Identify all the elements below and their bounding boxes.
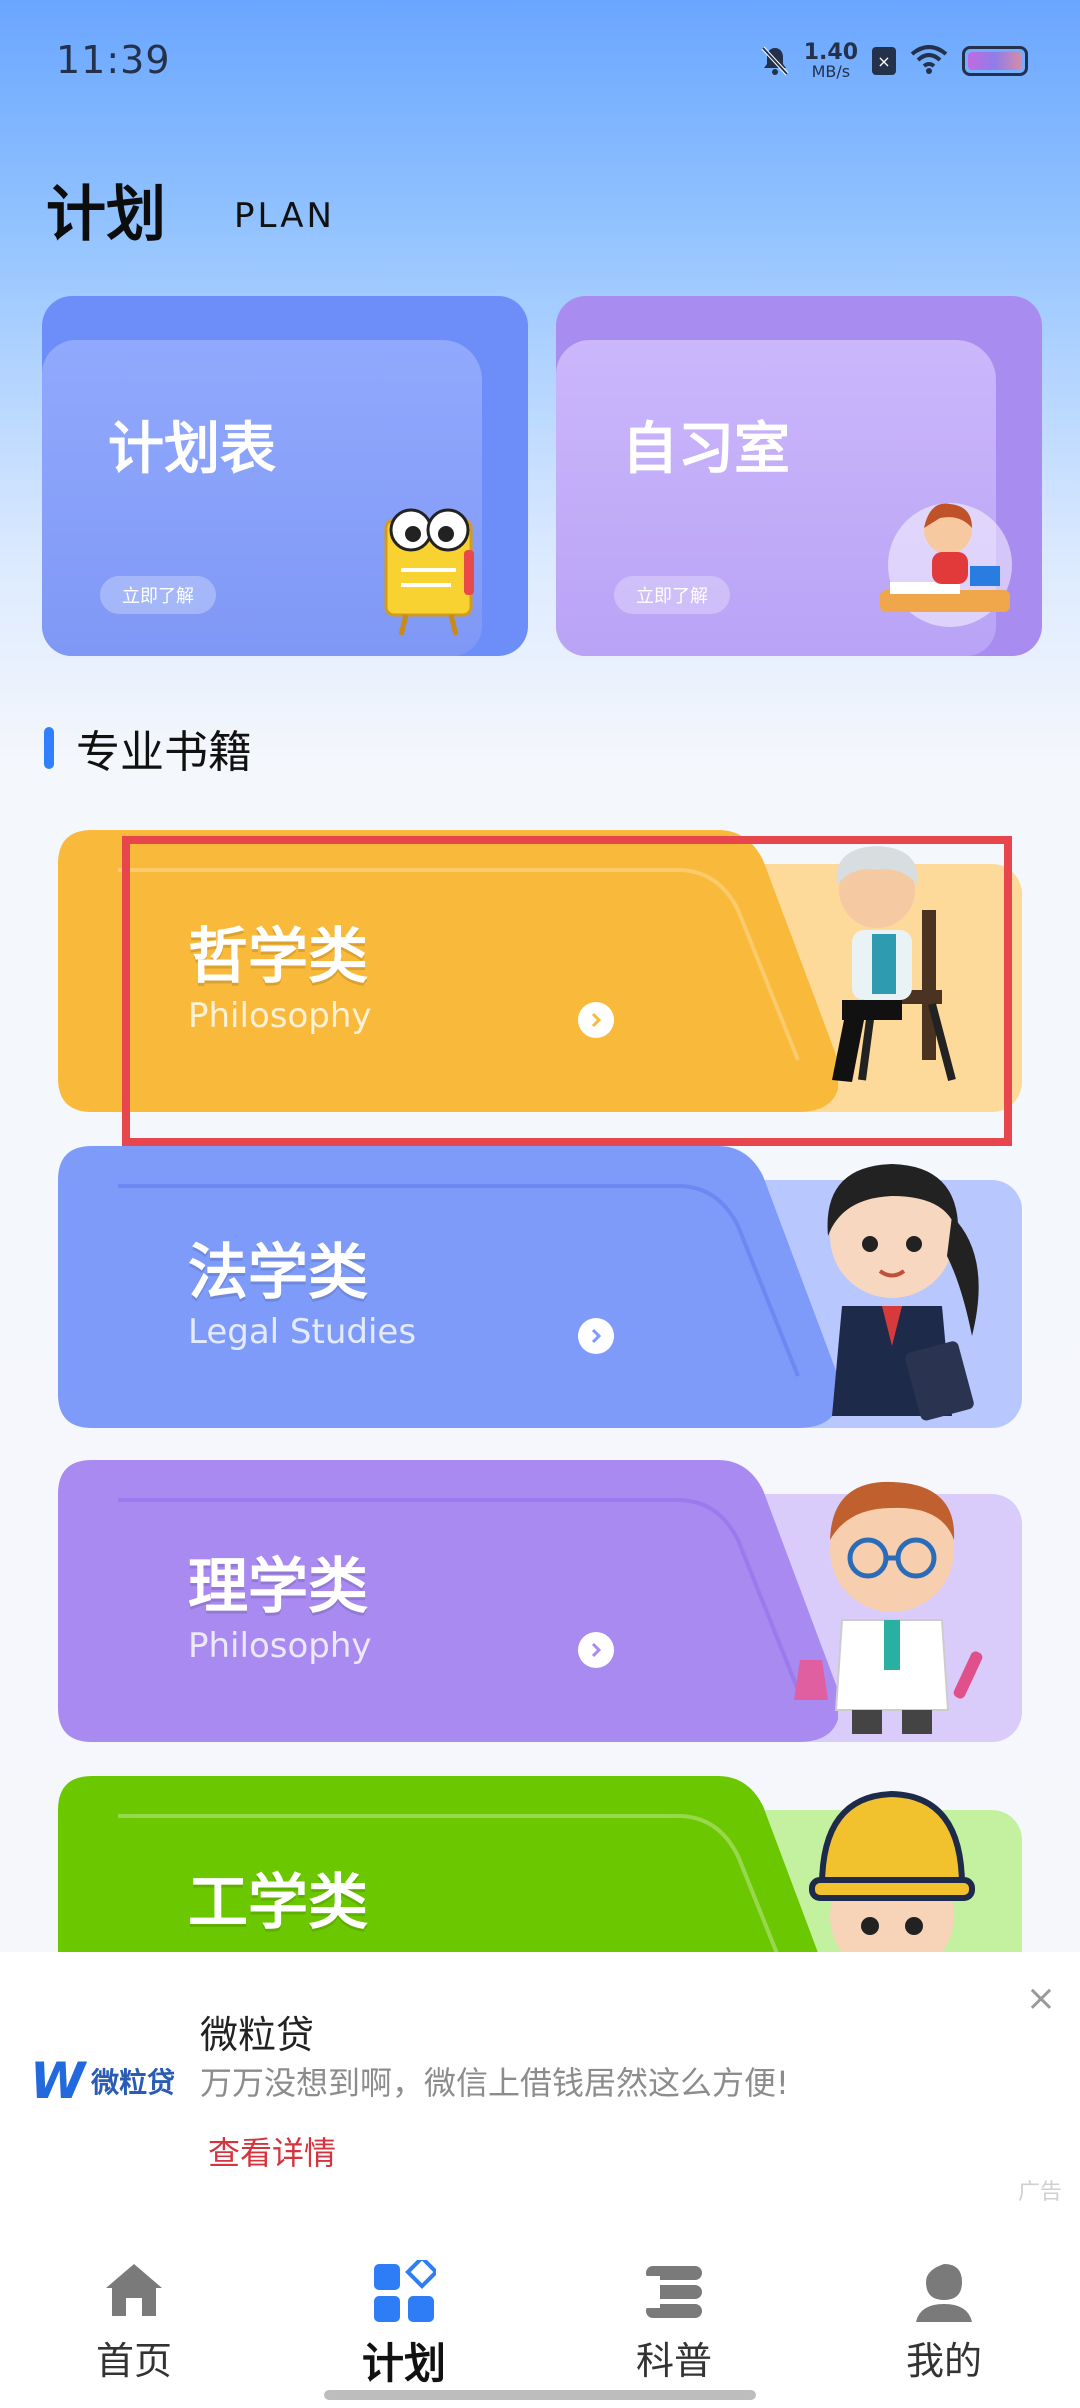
nav-item-home[interactable]: 首页 — [44, 2260, 224, 2385]
plan-table-title: 计划表 — [108, 417, 276, 482]
section-title: 专业书籍 — [76, 727, 252, 778]
status-time: 11:39 — [56, 38, 171, 82]
nav-label: 计划 — [361, 2339, 446, 2388]
category-title: 理学类 — [188, 1552, 368, 1622]
nav-item-science[interactable]: 科普 — [584, 2260, 764, 2385]
category-card-science[interactable]: 理学类 Philosophy — [58, 1460, 1022, 1742]
status-icons: 1.40 MB/s × — [760, 42, 1028, 80]
wifi-icon — [910, 44, 948, 78]
ad-logo-text: 微粒贷 — [91, 2066, 176, 2099]
category-subtitle: Legal Studies — [188, 1312, 417, 1352]
ad-view-details-link[interactable]: 查看详情 — [208, 2128, 336, 2174]
sim-icon: × — [872, 47, 896, 75]
mute-icon — [760, 45, 790, 77]
notepad-character-icon — [384, 508, 474, 636]
highlight-box — [122, 836, 1012, 1146]
battery-icon — [962, 46, 1028, 76]
study-room-title: 自习室 — [622, 417, 790, 482]
category-title: 工学类 — [188, 1868, 368, 1938]
network-speed-value: 1.40 — [803, 40, 858, 65]
category-subtitle: Philosophy — [188, 1626, 372, 1666]
plan-table-card[interactable]: 计划表 立即了解 — [42, 296, 528, 656]
study-room-learn-more-button[interactable]: 立即了解 — [614, 576, 730, 614]
chevron-right-icon[interactable] — [578, 1318, 614, 1354]
plan-icon — [314, 2260, 494, 2330]
nav-label: 科普 — [635, 2339, 712, 2383]
close-icon[interactable]: × — [1026, 1978, 1056, 2019]
network-speed: 1.40 MB/s — [804, 42, 858, 80]
nav-item-plan[interactable]: 计划 — [314, 2260, 494, 2391]
section-accent-bar — [44, 727, 54, 769]
lawyer-character-icon — [827, 1164, 979, 1421]
page-subtitle: PLAN — [234, 196, 335, 236]
chevron-right-icon[interactable] — [578, 1632, 614, 1668]
ad-title: 微粒贷 — [200, 2013, 315, 2057]
card-front-panel — [58, 1146, 838, 1428]
ad-description: 万万没想到啊，微信上借钱居然这么方便! — [200, 2064, 789, 2102]
card-front-panel — [58, 1460, 838, 1742]
nav-item-profile[interactable]: 我的 — [854, 2260, 1034, 2385]
study-room-card[interactable]: 自习室 立即了解 — [556, 296, 1042, 656]
ad-banner[interactable]: W 微粒贷 微粒贷 万万没想到啊，微信上借钱居然这么方便! 查看详情 × 广告 — [0, 1952, 1080, 2205]
scientist-character-icon — [794, 1481, 983, 1734]
weilidai-logo-icon: W — [30, 2052, 86, 2110]
card-front-panel — [58, 1776, 838, 1952]
page-title: 计划 — [46, 180, 166, 250]
plan-table-learn-more-button[interactable]: 立即了解 — [100, 576, 216, 614]
status-bar: 11:39 1.40 MB/s × — [0, 0, 1080, 120]
ad-logo: W 微粒贷 — [30, 2052, 175, 2110]
nav-label: 我的 — [905, 2339, 982, 2383]
bottom-nav: 首页 计划 科普 我的 — [0, 2202, 1080, 2408]
science-icon — [584, 2260, 764, 2330]
category-card-law[interactable]: 法学类 Legal Studies — [58, 1146, 1022, 1428]
home-indicator[interactable] — [324, 2390, 756, 2400]
category-card-engineering[interactable]: 工学类 — [58, 1776, 1022, 1952]
category-title: 法学类 — [188, 1238, 368, 1308]
home-icon — [44, 2260, 224, 2330]
nav-label: 首页 — [95, 2339, 172, 2383]
studying-child-icon — [880, 503, 1012, 627]
profile-icon — [854, 2260, 1034, 2330]
section-header: 专业书籍 — [44, 716, 252, 780]
network-speed-unit: MB/s — [811, 62, 851, 81]
engineer-character-icon — [809, 1790, 975, 1952]
